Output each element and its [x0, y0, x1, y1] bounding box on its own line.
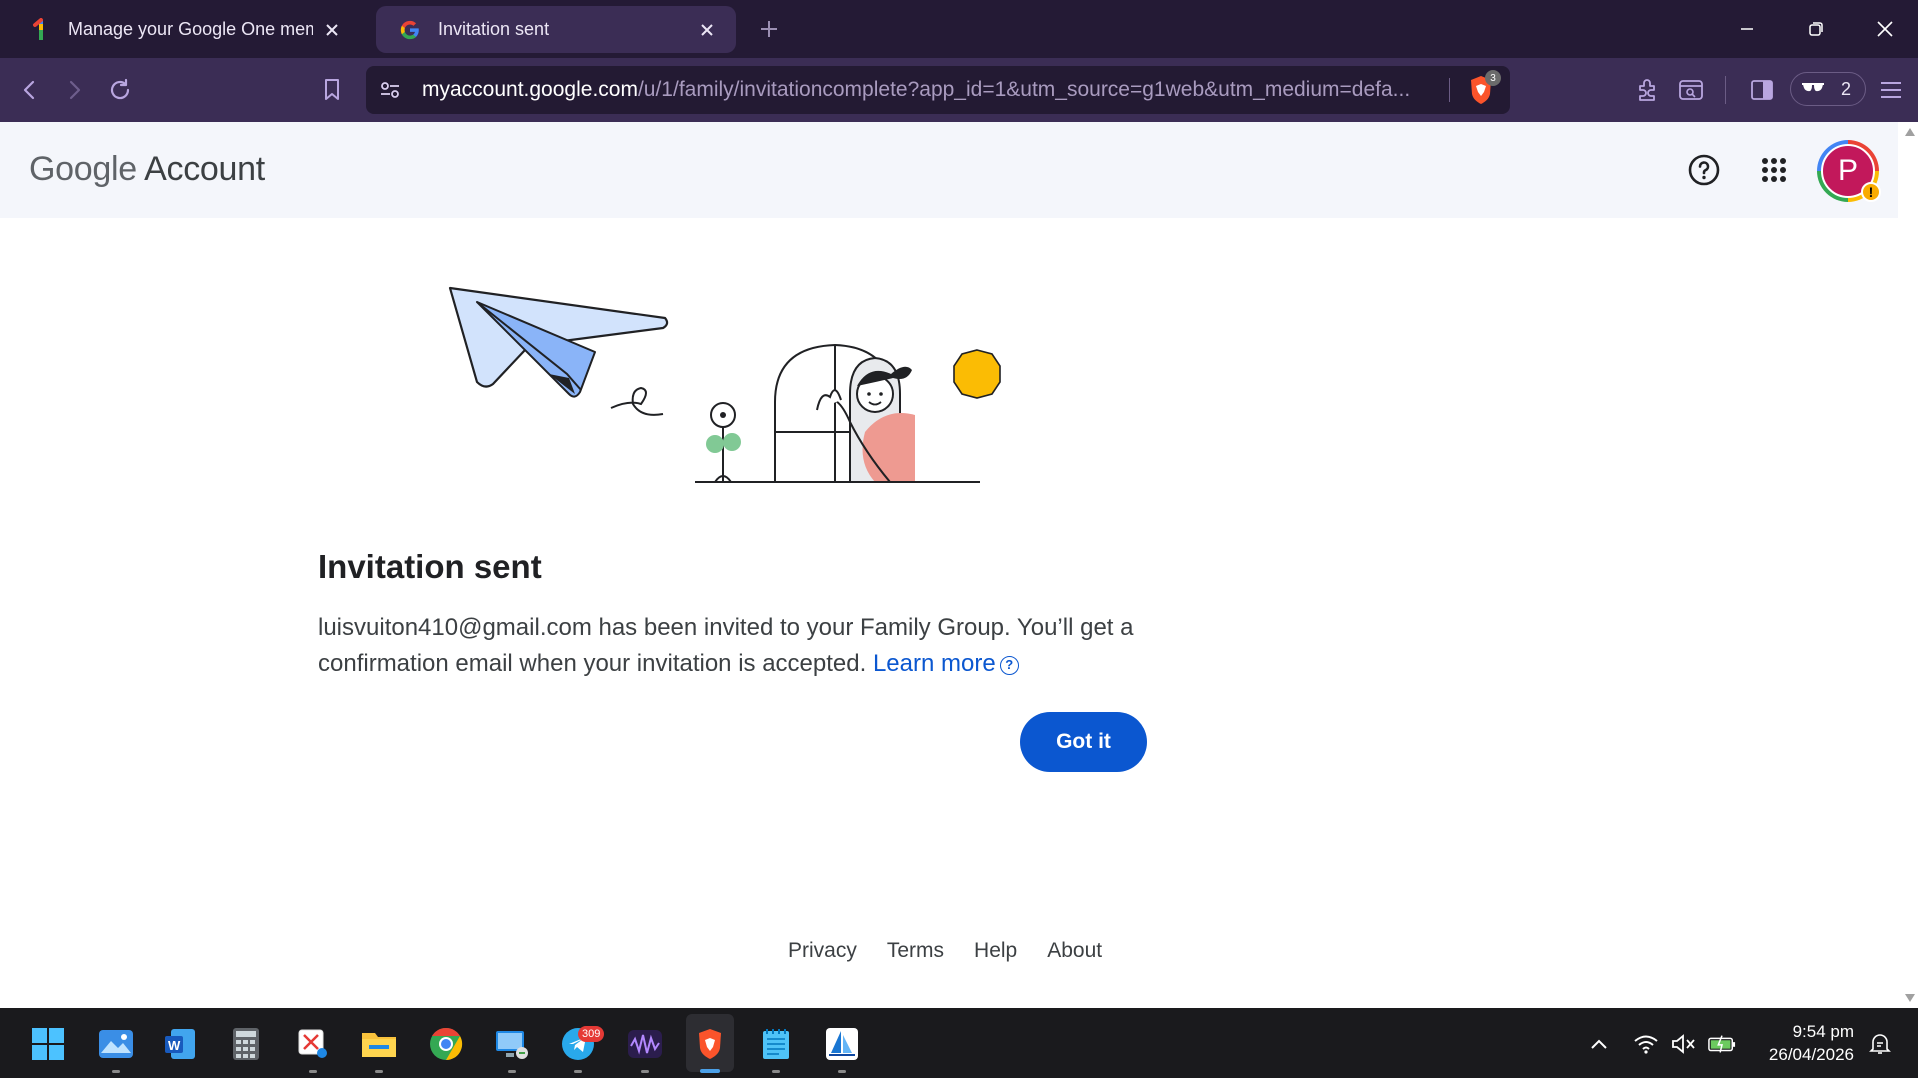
- learn-more-label: Learn more: [872, 650, 996, 677]
- private-windows-button[interactable]: 2: [1790, 72, 1866, 106]
- got-it-button[interactable]: Got it: [1020, 712, 1147, 772]
- sidebar-toggle-icon[interactable]: [1744, 72, 1780, 108]
- remote-desktop-icon[interactable]: [492, 1024, 532, 1064]
- start-menu-icon[interactable]: [28, 1024, 68, 1064]
- browser-tab-strip: Manage your Google One memb Invitation s…: [0, 0, 1918, 58]
- page-content: Google Account P ! Invitation sent luisv…: [0, 122, 1918, 1008]
- footer-link-about[interactable]: About: [1047, 939, 1102, 963]
- chrome-app-icon[interactable]: [426, 1024, 466, 1064]
- close-tab-icon[interactable]: [321, 19, 343, 41]
- footer-links: Privacy Terms Help About: [788, 939, 1102, 963]
- logo-google-text: Google: [29, 150, 137, 188]
- battery-charging-icon[interactable]: [1708, 1032, 1736, 1056]
- running-indicator: [574, 1070, 582, 1073]
- notifications-icon[interactable]: [1866, 1032, 1894, 1056]
- omnibox-divider: [1449, 78, 1450, 102]
- account-avatar-button[interactable]: P !: [1817, 140, 1881, 202]
- confirmation-message: luisvuiton410@gmail.com has been invited…: [318, 610, 1178, 682]
- chevron-up-icon[interactable]: [1585, 1032, 1613, 1056]
- file-explorer-icon[interactable]: [359, 1024, 399, 1064]
- scroll-up-icon[interactable]: [1905, 128, 1915, 136]
- scroll-down-icon[interactable]: [1905, 994, 1915, 1002]
- calculator-app-icon[interactable]: [226, 1024, 266, 1064]
- close-tab-icon[interactable]: [696, 19, 718, 41]
- tab-invitation-sent[interactable]: Invitation sent: [376, 6, 736, 53]
- tab-title: Invitation sent: [438, 19, 550, 39]
- tab-google-one[interactable]: Manage your Google One memb: [6, 6, 361, 53]
- learn-more-link[interactable]: Learn more?: [873, 650, 1019, 677]
- snipping-tool-icon[interactable]: [293, 1024, 333, 1064]
- footer-link-help[interactable]: Help: [974, 939, 1017, 963]
- reload-icon[interactable]: [102, 72, 138, 108]
- google-g-icon: [398, 18, 422, 42]
- photos-app-icon[interactable]: [96, 1024, 136, 1064]
- new-tab-icon[interactable]: [756, 16, 782, 42]
- google-one-icon: [28, 17, 52, 42]
- google-account-logo[interactable]: Google Account: [29, 150, 265, 189]
- google-account-header: Google Account P !: [0, 122, 1898, 218]
- url-path: /u/1/family/invitationcomplete?app_id=1&…: [637, 78, 1411, 101]
- account-warning-badge: !: [1861, 182, 1881, 202]
- clock-time: 9:54 pm: [1792, 1022, 1854, 1041]
- help-circle-icon: ?: [999, 656, 1019, 675]
- active-indicator: [700, 1069, 720, 1073]
- tab-title: Manage your Google One memb: [68, 19, 313, 39]
- page-title: Invitation sent: [318, 548, 542, 585]
- toolbar-divider: [1725, 76, 1726, 104]
- logo-account-text: Account: [144, 150, 265, 188]
- volume-muted-icon[interactable]: [1670, 1032, 1698, 1056]
- site-settings-icon[interactable]: [376, 76, 404, 104]
- restore-icon[interactable]: [1801, 14, 1831, 44]
- running-indicator: [641, 1070, 649, 1073]
- leo-ai-icon[interactable]: [1673, 72, 1709, 108]
- running-indicator: [375, 1070, 383, 1073]
- sun-icon: [953, 349, 1001, 399]
- forward-icon[interactable]: [56, 72, 92, 108]
- private-count: 2: [1841, 78, 1852, 99]
- apps-grid-icon[interactable]: [1756, 152, 1792, 188]
- wifi-icon[interactable]: [1632, 1032, 1660, 1056]
- brave-browser-icon[interactable]: [690, 1024, 730, 1064]
- extensions-icon[interactable]: [1630, 72, 1666, 108]
- page-scrollbar[interactable]: [1900, 122, 1918, 1008]
- running-indicator: [508, 1070, 516, 1073]
- bookmark-icon[interactable]: [314, 72, 350, 108]
- windows-taskbar: W 309 9:54 pm 26/04/2026: [0, 1008, 1918, 1078]
- notepad-app-icon[interactable]: [756, 1024, 796, 1064]
- system-clock[interactable]: 9:54 pm 26/04/2026: [1758, 1020, 1854, 1066]
- running-indicator: [309, 1070, 317, 1073]
- close-window-icon[interactable]: [1870, 14, 1900, 44]
- help-icon[interactable]: [1686, 152, 1722, 188]
- clock-date: 26/04/2026: [1768, 1045, 1854, 1064]
- footer-link-privacy[interactable]: Privacy: [788, 939, 857, 963]
- browser-toolbar: myaccount.google.com/u/1/family/invitati…: [0, 58, 1918, 122]
- address-bar[interactable]: myaccount.google.com/u/1/family/invitati…: [366, 66, 1510, 114]
- shields-count-badge: 3: [1485, 70, 1501, 86]
- footer-link-terms[interactable]: Terms: [887, 939, 944, 963]
- word-app-icon[interactable]: W: [160, 1024, 200, 1064]
- menu-icon[interactable]: [1873, 72, 1909, 108]
- minimize-icon[interactable]: [1732, 14, 1762, 44]
- window-person-icon: [695, 343, 980, 483]
- flower-icon: [706, 402, 741, 483]
- private-glasses-icon: [1801, 79, 1825, 100]
- running-indicator: [112, 1070, 120, 1073]
- url-text: myaccount.google.com/u/1/family/invitati…: [422, 78, 1432, 102]
- running-indicator: [838, 1070, 846, 1073]
- svg-text:W: W: [168, 1038, 181, 1053]
- back-icon[interactable]: [12, 72, 48, 108]
- audio-app-icon[interactable]: [625, 1024, 665, 1064]
- url-host: myaccount.google.com: [422, 78, 638, 101]
- telegram-unread-badge: 309: [578, 1026, 605, 1042]
- sailing-app-icon[interactable]: [822, 1024, 862, 1064]
- running-indicator: [772, 1070, 780, 1073]
- paper-plane-icon: [448, 286, 669, 416]
